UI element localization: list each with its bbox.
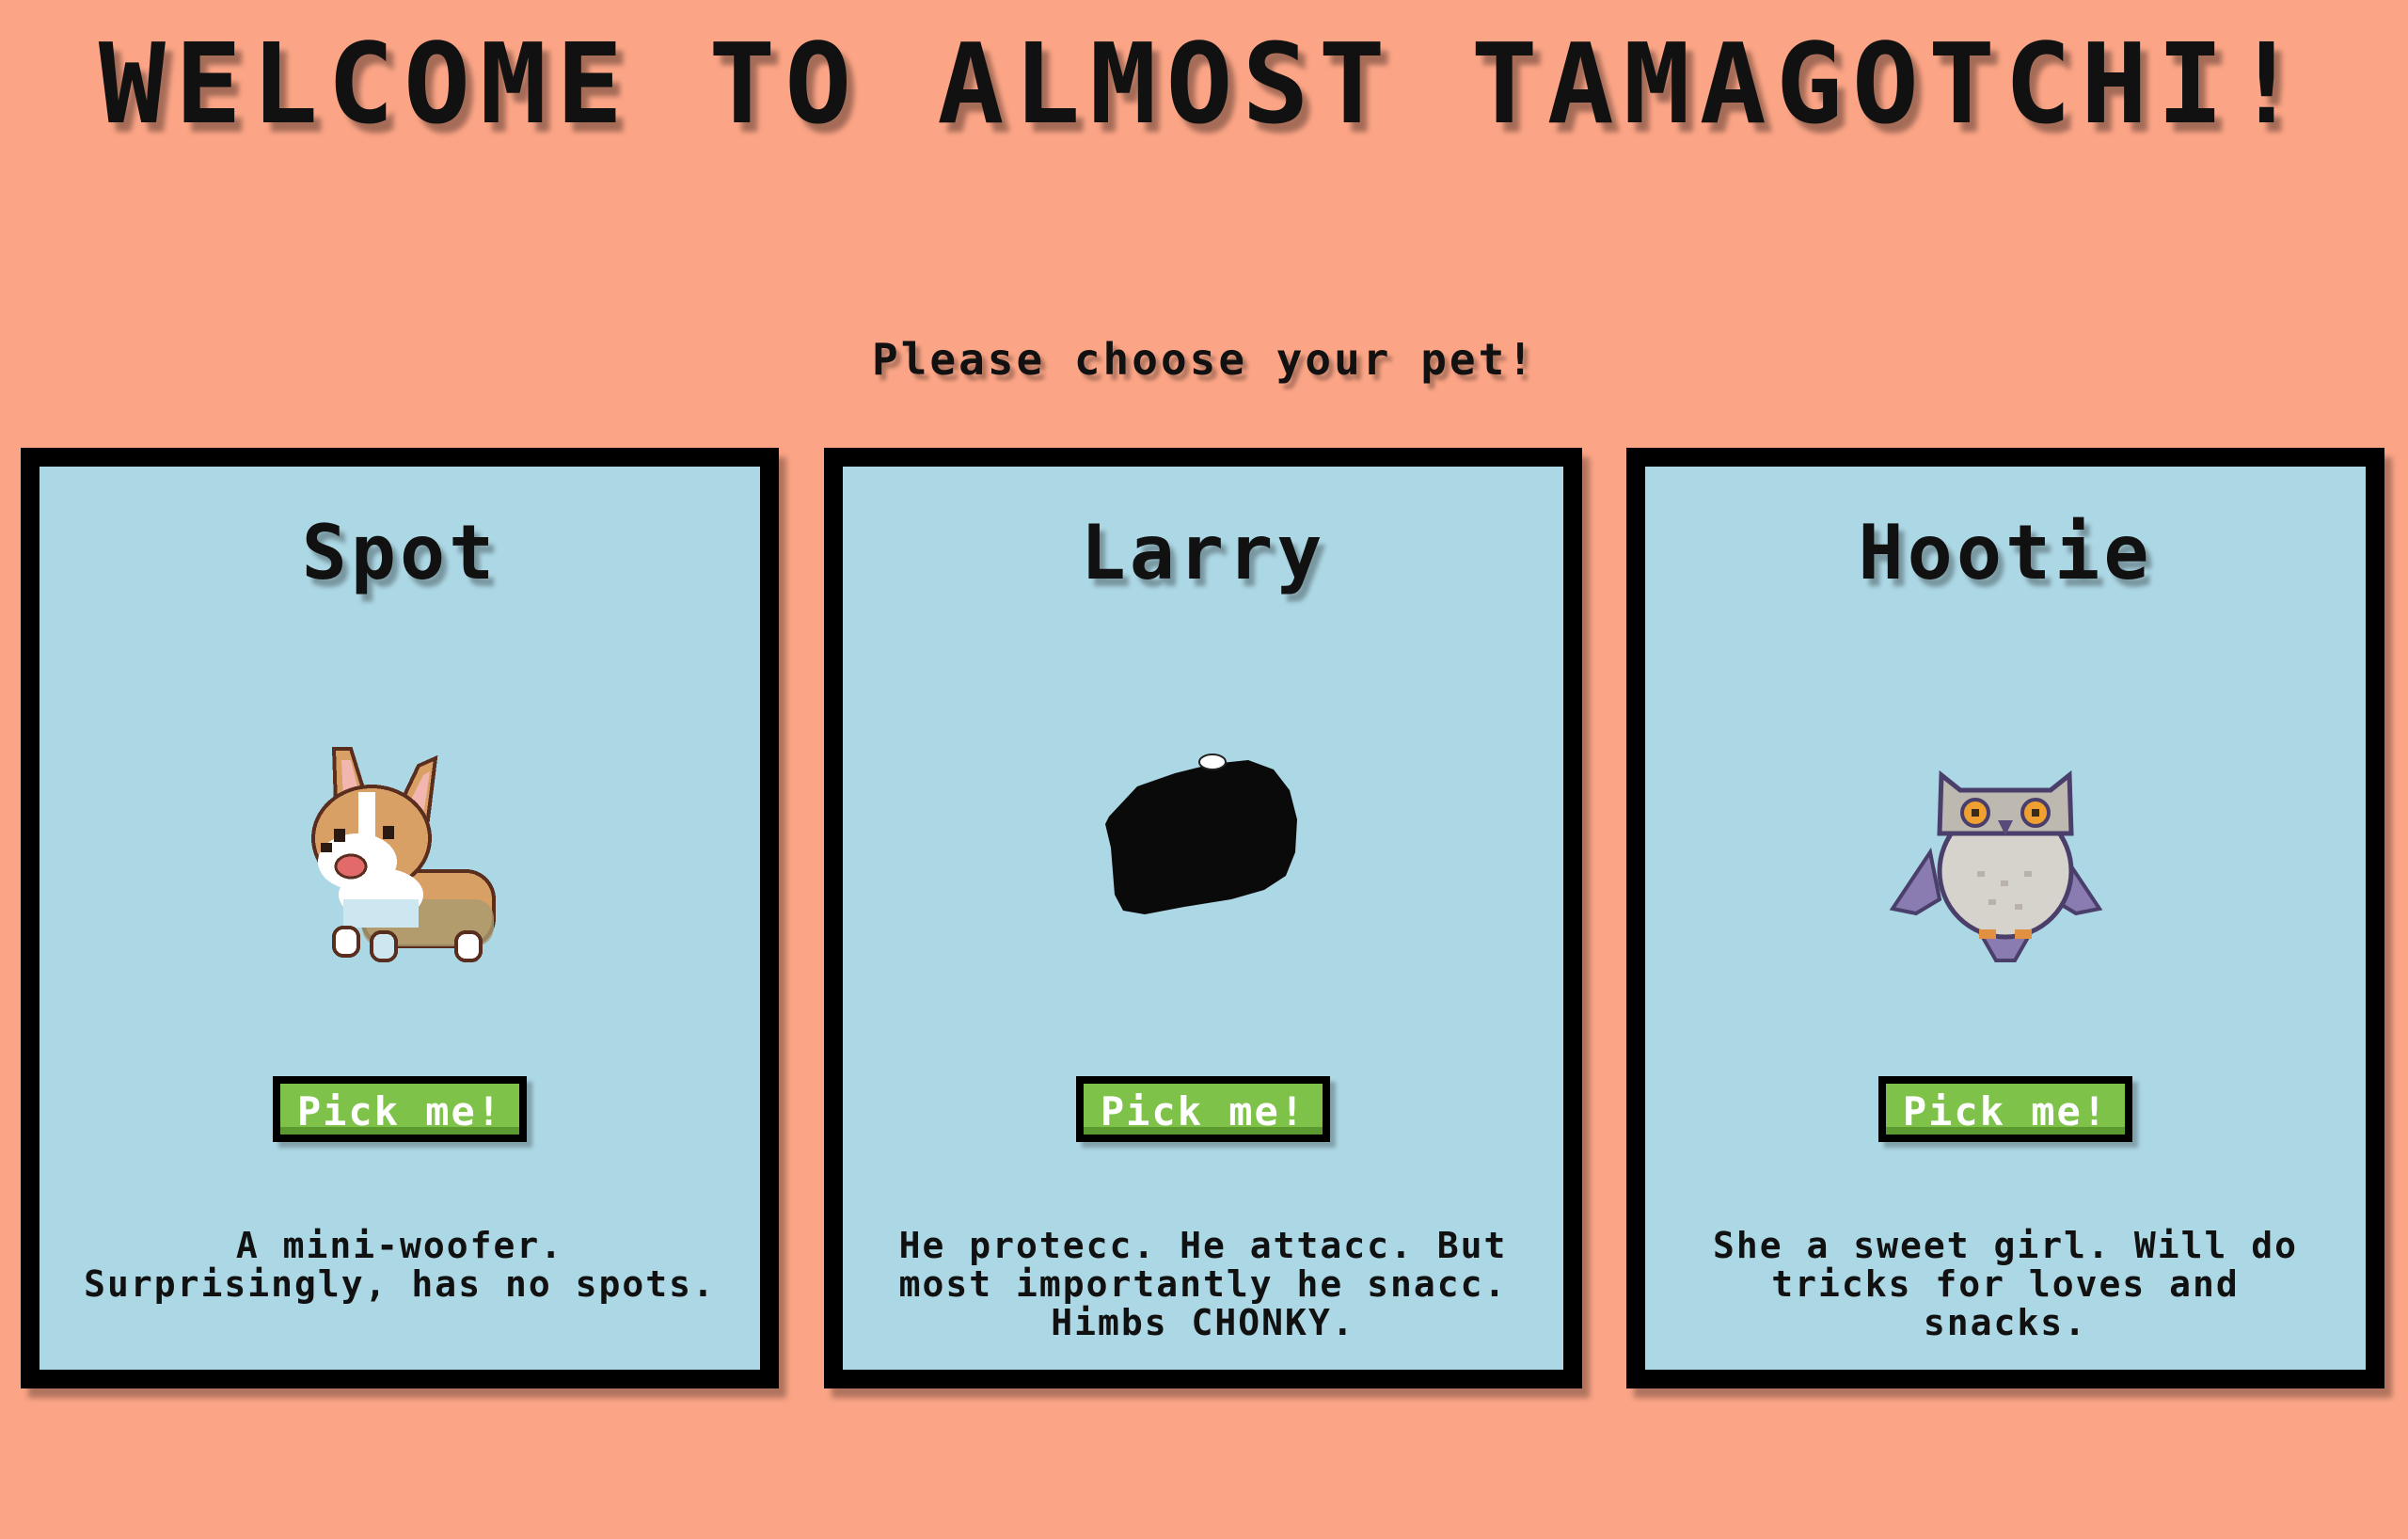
page-title: WELCOME TO ALMOST TAMAGOTCHI! <box>98 19 2310 149</box>
black-blob-icon <box>1071 711 1335 975</box>
pet-name: Hootie <box>1858 509 2153 596</box>
pet-card-hootie: Hootie Pick me! She a sweet girl. Will d… <box>1626 448 2384 1388</box>
pet-card-spot: Spot Pick me! A mini-woofer. Surprisingl… <box>21 448 779 1388</box>
pet-description: He protecc. He attacc. But most importan… <box>898 1225 1508 1343</box>
pick-larry-button[interactable]: Pick me! <box>1076 1076 1330 1142</box>
pick-spot-button[interactable]: Pick me! <box>273 1076 527 1142</box>
corgi-icon <box>268 711 531 975</box>
pet-description: She a sweet girl. Will do tricks for lov… <box>1713 1225 2298 1343</box>
page-subtitle: Please choose your pet! <box>872 334 1536 385</box>
pet-name: Spot <box>301 509 499 596</box>
pick-hootie-button[interactable]: Pick me! <box>1878 1076 2132 1142</box>
pet-card-larry: Larry Pick me! He protecc. He attacc. Bu… <box>824 448 1582 1388</box>
pet-description: A mini-woofer. Surprisingly, has no spot… <box>84 1225 716 1305</box>
owl-icon <box>1874 711 2137 975</box>
pet-name: Larry <box>1080 509 1326 596</box>
